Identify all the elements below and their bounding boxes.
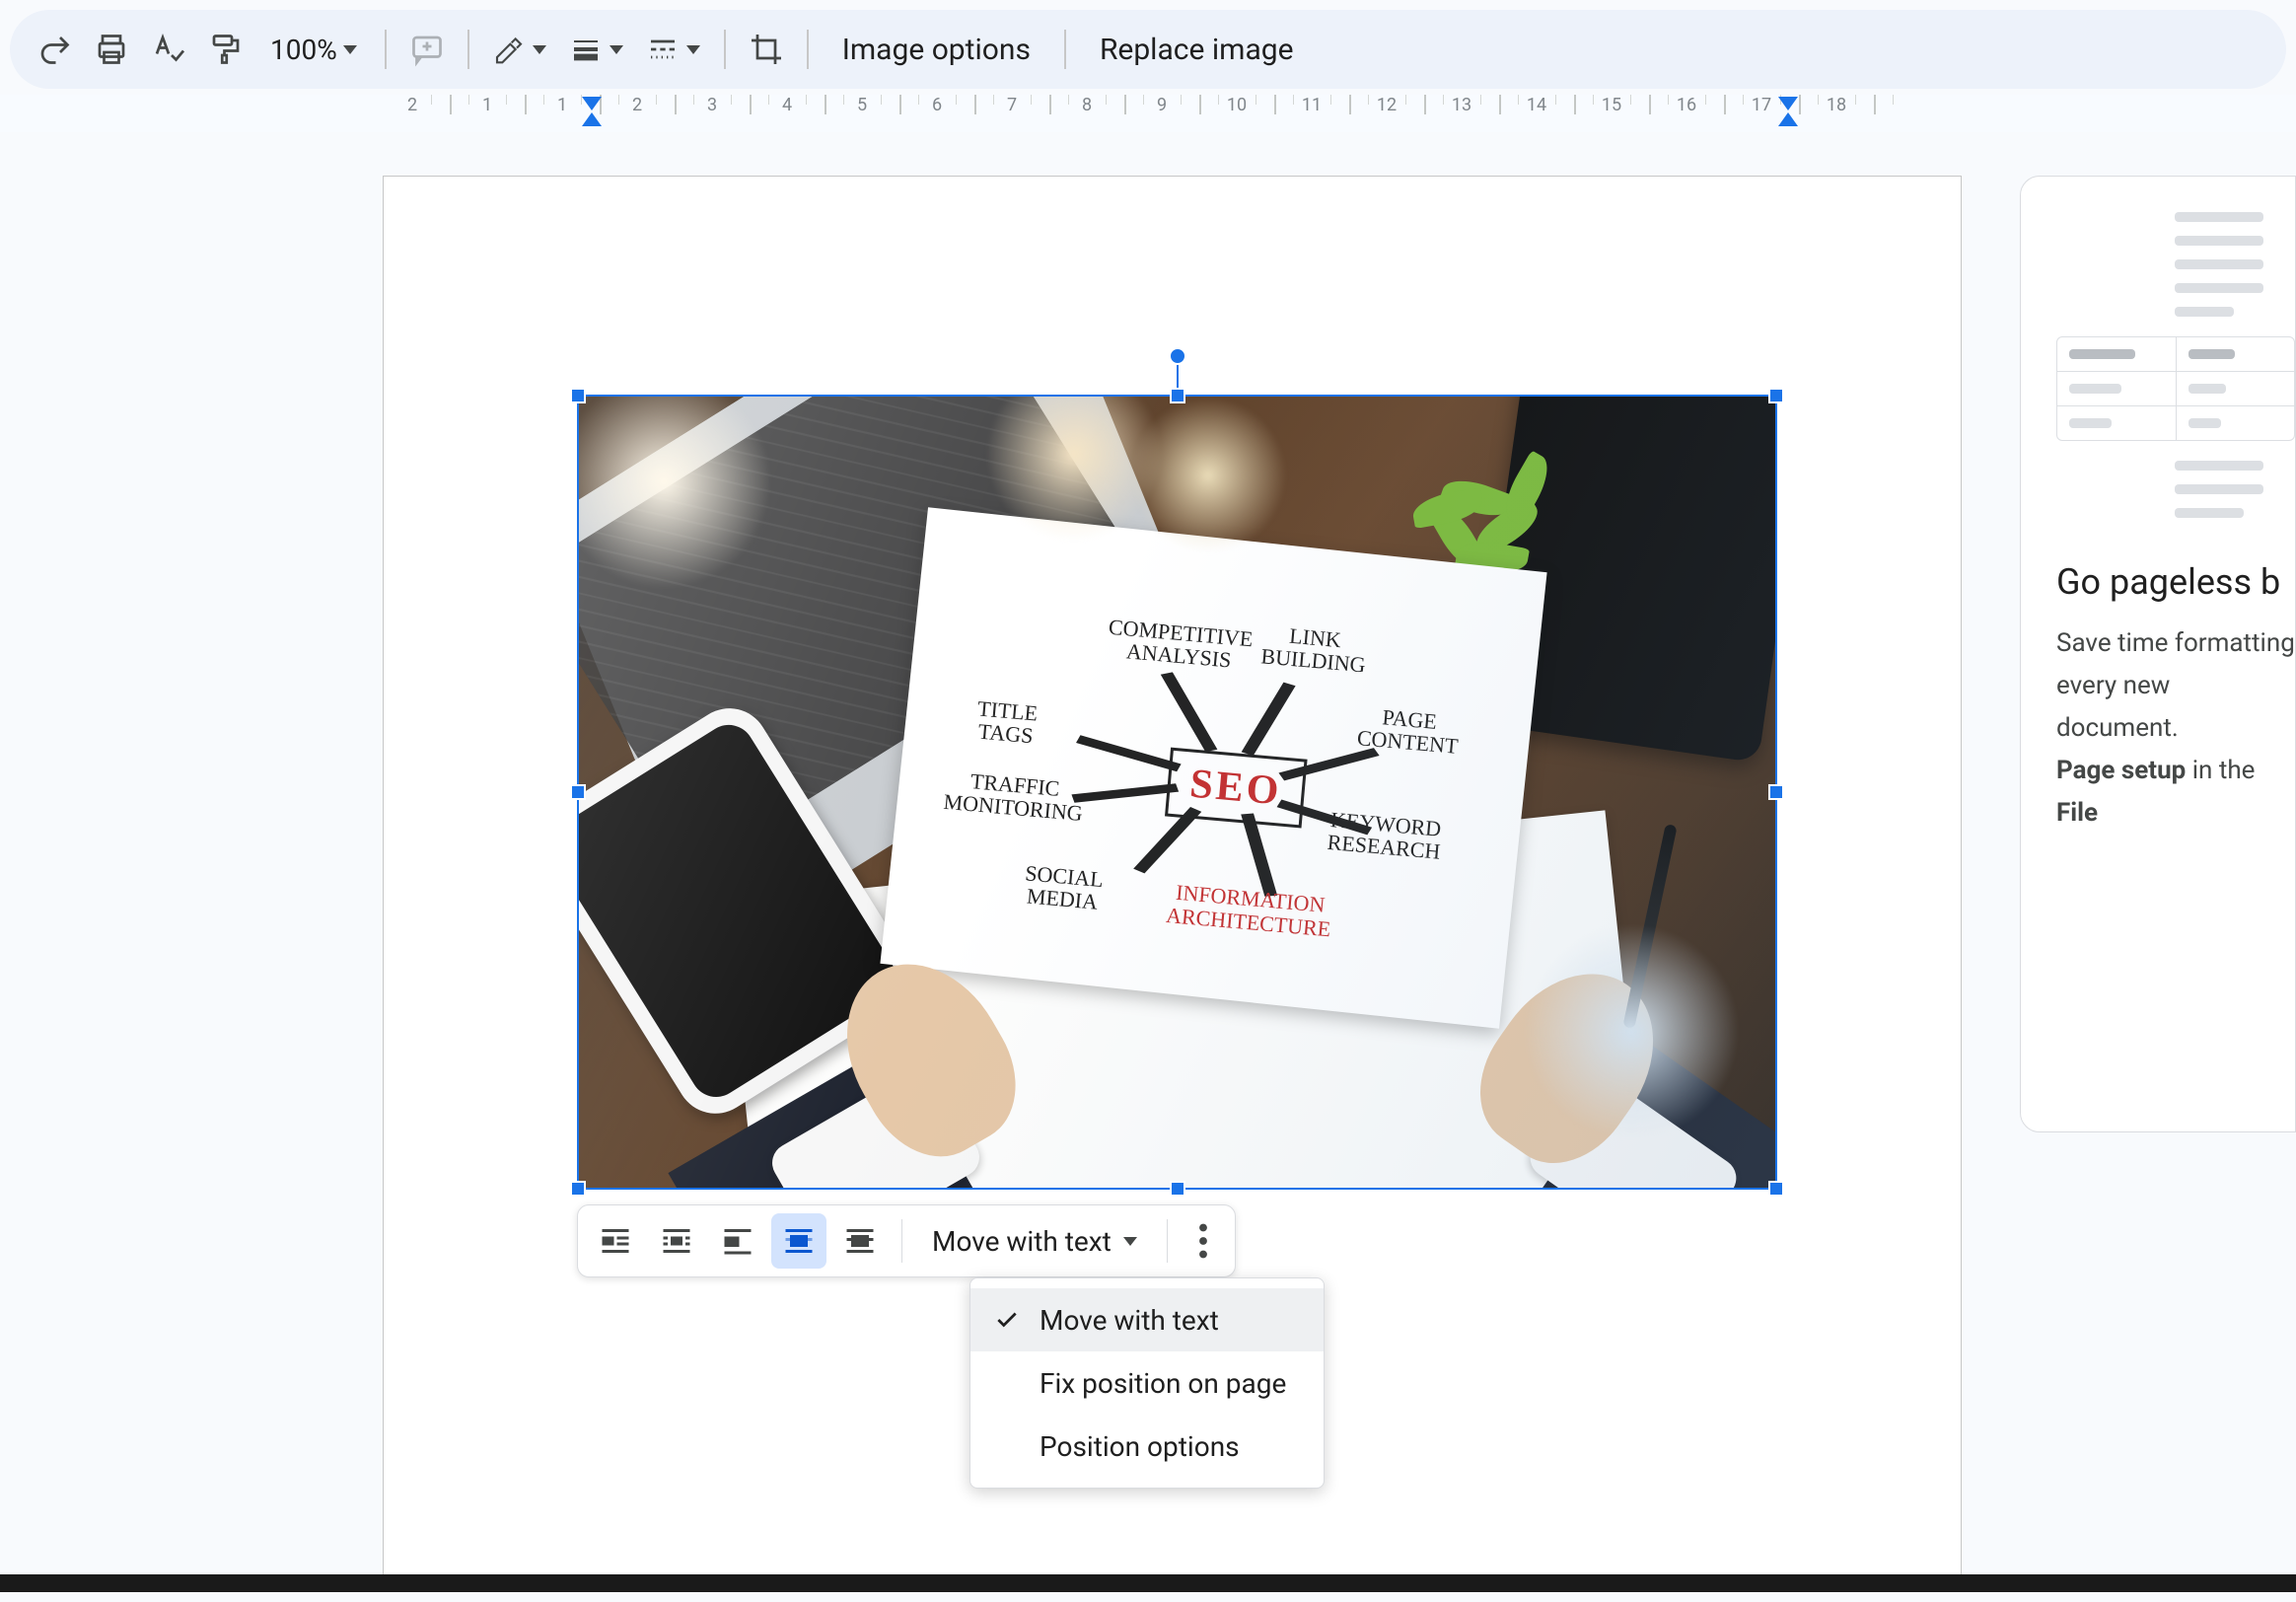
mock-paragraph [2175,461,2295,518]
resize-handle-se[interactable] [1768,1181,1784,1197]
separator [807,30,809,69]
image-options-button[interactable]: Image options [823,23,1050,76]
position-dropdown-button[interactable]: Move with text [916,1213,1153,1269]
chevron-down-icon [533,45,546,54]
selected-image[interactable]: SEO COMPETITIVE ANALYSIS LINK BUILDING T… [577,395,1777,1190]
document-canvas[interactable]: SEO COMPETITIVE ANALYSIS LINK BUILDING T… [0,126,2296,1592]
toolbar: 100% Image options Replace image [10,10,2286,89]
ruler-label: 17 [1752,95,1771,115]
ruler-label: 13 [1452,95,1471,115]
replace-image-button[interactable]: Replace image [1080,23,1314,76]
panel-body: Save time formatting every new document.… [2056,622,2295,834]
wrap-break-button[interactable] [710,1213,765,1269]
ruler-label: 2 [407,95,417,115]
chevron-down-icon [610,45,623,54]
menu-item-label: Move with text [1040,1304,1219,1337]
wrap-behind-button[interactable] [771,1213,826,1269]
separator [1064,30,1066,69]
chevron-down-icon [343,45,357,54]
ruler-label: 1 [482,95,492,115]
wrap-front-button[interactable] [832,1213,888,1269]
redo-button[interactable] [28,23,81,76]
ruler-label: 5 [857,95,867,115]
ruler-label: 2 [632,95,642,115]
ruler-label: 15 [1602,95,1621,115]
indent-left-handle[interactable] [582,112,602,126]
image-float-toolbar: Move with text [577,1204,1236,1277]
separator [467,30,469,69]
border-weight-button[interactable] [560,23,633,76]
menu-position-options[interactable]: Position options [970,1415,1324,1478]
page[interactable]: SEO COMPETITIVE ANALYSIS LINK BUILDING T… [383,176,1962,1586]
resize-handle-w[interactable] [570,784,586,800]
position-dropdown-label: Move with text [932,1225,1112,1258]
ruler-label: 8 [1082,95,1092,115]
ruler-label: 11 [1302,95,1322,115]
separator [724,30,726,69]
ruler-label: 3 [707,95,717,115]
position-dropdown-menu: Move with text Fix position on page Posi… [969,1277,1325,1489]
mock-paragraph [2175,212,2295,317]
ruler-label: 4 [782,95,792,115]
more-options-button[interactable] [1182,1213,1225,1269]
resize-handle-ne[interactable] [1768,388,1784,403]
border-color-button[interactable] [483,23,556,76]
border-dash-button[interactable] [637,23,710,76]
pageless-panel: Go pageless b Save time formatting every… [2020,176,2296,1132]
panel-heading: Go pageless b [2056,561,2295,603]
chevron-down-icon [1123,1237,1137,1246]
ruler-label: 9 [1157,95,1167,115]
image-content: SEO COMPETITIVE ANALYSIS LINK BUILDING T… [579,397,1775,1188]
indent-right-handle[interactable] [1778,97,1798,110]
paint-format-button[interactable] [199,23,252,76]
zoom-value: 100% [270,34,337,66]
ruler-label: 7 [1007,95,1017,115]
resize-handle-sw[interactable] [570,1181,586,1197]
menu-move-with-text[interactable]: Move with text [970,1288,1324,1351]
ruler-label: 18 [1827,95,1846,115]
print-button[interactable] [85,23,138,76]
resize-handle-nw[interactable] [570,388,586,403]
separator [385,30,387,69]
separator [901,1219,902,1263]
ruler-label: 14 [1527,95,1546,115]
chevron-down-icon [686,45,700,54]
bottom-bar [0,1574,2296,1592]
zoom-select[interactable]: 100% [256,34,371,66]
check-icon [992,1307,1022,1333]
ruler-label: 6 [932,95,942,115]
mock-table [2056,336,2295,441]
wrap-inline-button[interactable] [588,1213,643,1269]
add-comment-button [400,23,454,76]
menu-fix-position[interactable]: Fix position on page [970,1351,1324,1415]
ruler-label: 10 [1227,95,1247,115]
ruler-label: 16 [1677,95,1696,115]
menu-item-label: Fix position on page [1040,1367,1286,1400]
crop-button[interactable] [740,23,793,76]
menu-item-label: Position options [1040,1430,1240,1463]
wrap-text-button[interactable] [649,1213,704,1269]
separator [1167,1219,1168,1263]
resize-handle-s[interactable] [1170,1181,1185,1197]
ruler-label: 1 [557,95,567,115]
spellcheck-button[interactable] [142,23,195,76]
rotate-handle[interactable] [1169,347,1186,365]
resize-handle-e[interactable] [1768,784,1784,800]
ruler-label: 12 [1377,95,1397,115]
resize-handle-n[interactable] [1170,388,1185,403]
